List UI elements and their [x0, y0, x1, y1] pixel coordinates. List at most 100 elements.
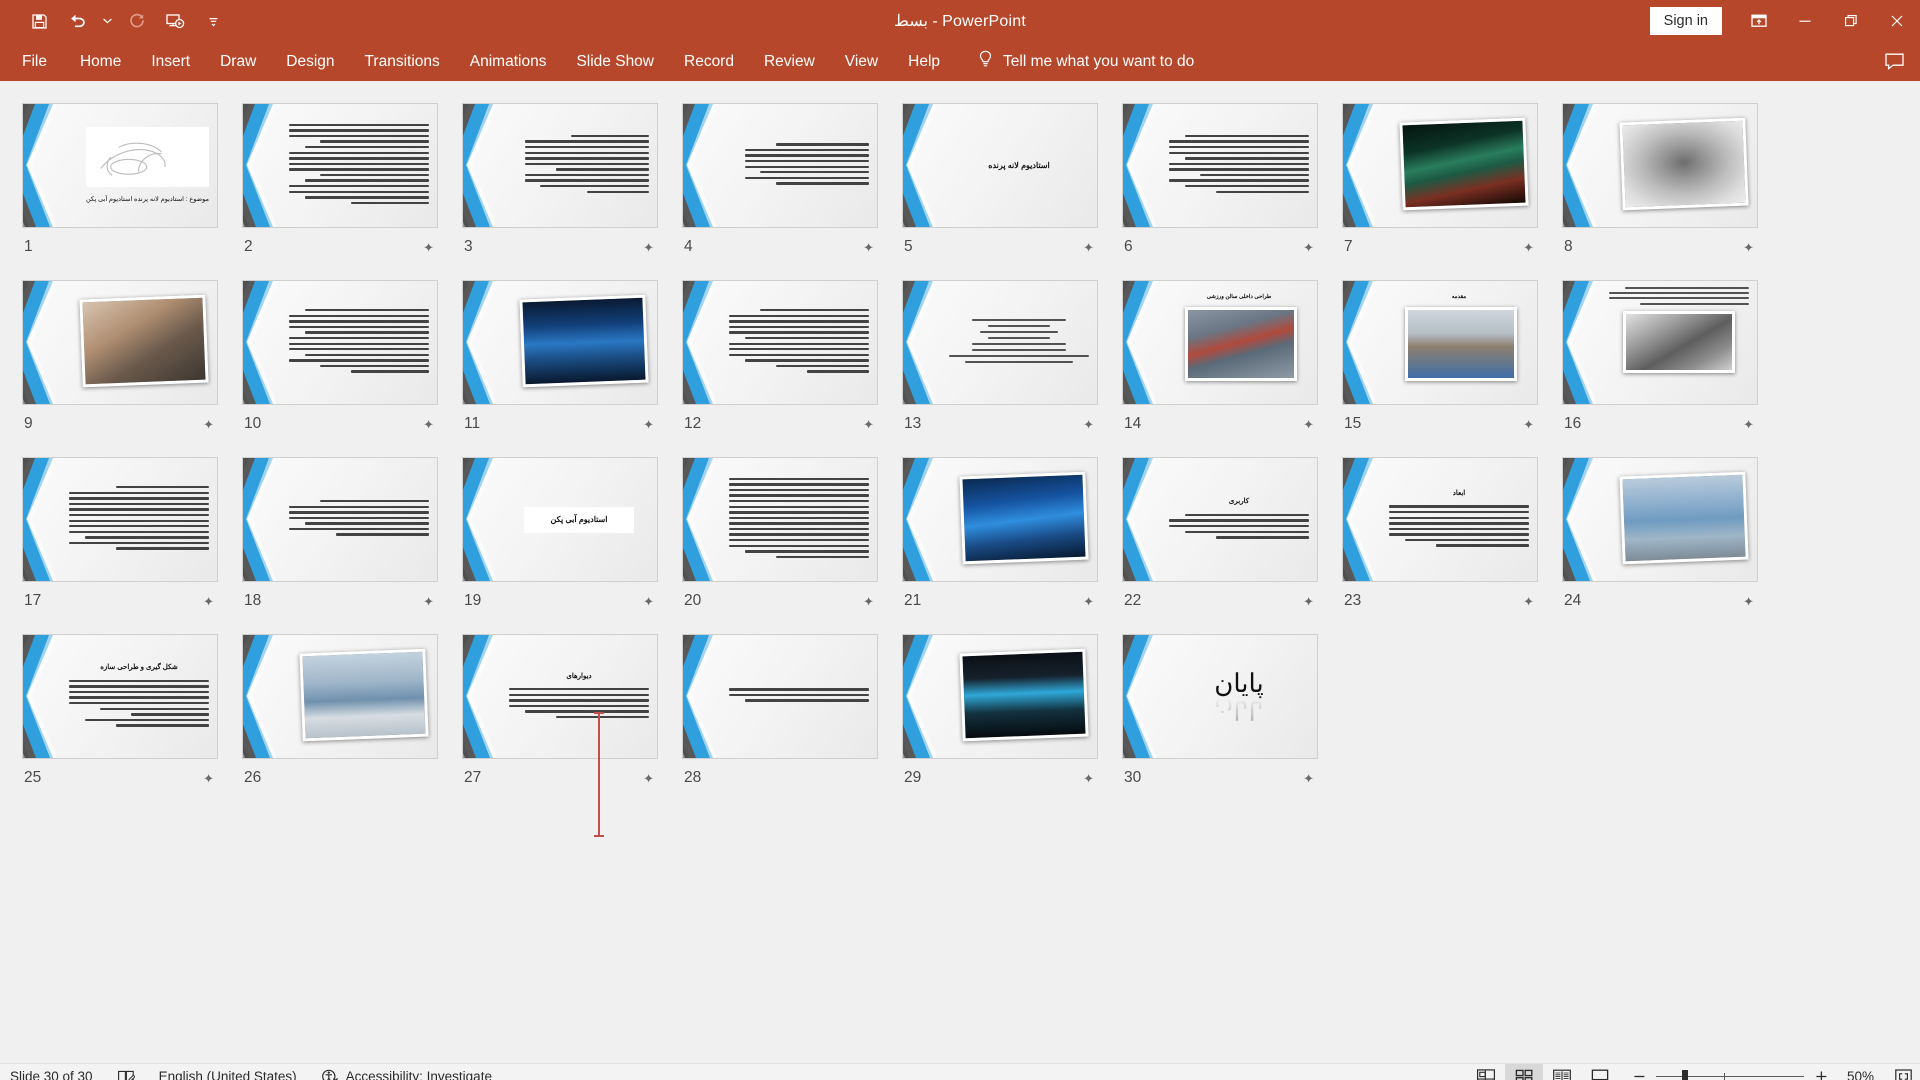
slide-transition-star-icon[interactable]: ✦ — [1083, 241, 1094, 254]
slide-thumbnail-cell[interactable]: 3 ✦ — [462, 103, 658, 258]
slide-thumbnail[interactable] — [22, 280, 218, 405]
view-normal-button[interactable] — [1467, 1064, 1505, 1080]
slide-thumbnail-cell[interactable]: 13 ✦ — [902, 280, 1098, 435]
tab-slide-show[interactable]: Slide Show — [561, 42, 669, 81]
slide-transition-star-icon[interactable]: ✦ — [423, 595, 434, 608]
slide-thumbnail[interactable]: کاربری — [1122, 457, 1318, 582]
slide-thumbnail[interactable] — [1342, 103, 1538, 228]
slide-transition-star-icon[interactable]: ✦ — [643, 772, 654, 785]
undo-button[interactable] — [60, 6, 94, 36]
slide-transition-star-icon[interactable]: ✦ — [1523, 241, 1534, 254]
slide-thumbnail[interactable] — [242, 634, 438, 759]
slide-thumbnail-cell[interactable]: شکل گیری و طراحی سازه 25 ✦ — [22, 634, 218, 789]
slide-thumbnail-cell[interactable]: 8 ✦ — [1562, 103, 1758, 258]
slide-transition-star-icon[interactable]: ✦ — [1083, 772, 1094, 785]
tab-record[interactable]: Record — [669, 42, 749, 81]
tab-draw[interactable]: Draw — [205, 42, 271, 81]
slide-thumbnail[interactable]: دیوارهای — [462, 634, 658, 759]
slide-thumbnail-cell[interactable]: 21 ✦ — [902, 457, 1098, 612]
slide-thumbnail[interactable]: استادیوم لانه پرنده — [902, 103, 1098, 228]
slide-transition-star-icon[interactable]: ✦ — [423, 241, 434, 254]
slide-thumbnail-cell[interactable]: 7 ✦ — [1342, 103, 1538, 258]
tab-help[interactable]: Help — [893, 42, 955, 81]
slide-thumbnail-cell[interactable]: استادیوم لانه پرنده 5 ✦ — [902, 103, 1098, 258]
tab-view[interactable]: View — [830, 42, 893, 81]
slide-thumbnail[interactable]: ابعاد — [1342, 457, 1538, 582]
slide-thumbnail[interactable] — [1122, 103, 1318, 228]
slide-thumbnail-cell[interactable]: دیوارهای 27 ✦ — [462, 634, 658, 789]
notes-indicator[interactable] — [105, 1064, 147, 1080]
zoom-percentage[interactable]: 50% — [1838, 1069, 1874, 1080]
accessibility-indicator[interactable]: Accessibility: Investigate — [309, 1064, 504, 1080]
slide-thumbnail-cell[interactable]: 6 ✦ — [1122, 103, 1318, 258]
slide-thumbnail-cell[interactable]: 20 ✦ — [682, 457, 878, 612]
slide-thumbnail[interactable] — [902, 457, 1098, 582]
slide-thumbnail-cell[interactable]: 18 ✦ — [242, 457, 438, 612]
redo-button[interactable] — [120, 6, 154, 36]
slide-thumbnail-cell[interactable]: 28 — [682, 634, 878, 789]
minimize-button[interactable] — [1782, 0, 1828, 42]
slide-thumbnail[interactable]: مقدمه — [1342, 280, 1538, 405]
slide-thumbnail[interactable]: موضوع : استادیوم لانه پرنده استادیوم آبی… — [22, 103, 218, 228]
slide-thumbnail[interactable] — [902, 280, 1098, 405]
zoom-out-button[interactable] — [1631, 1067, 1647, 1080]
slide-transition-star-icon[interactable]: ✦ — [1523, 595, 1534, 608]
slide-thumbnail-cell[interactable]: 9 ✦ — [22, 280, 218, 435]
slide-transition-star-icon[interactable]: ✦ — [203, 595, 214, 608]
tab-home[interactable]: Home — [65, 42, 136, 81]
slide-thumbnail[interactable] — [462, 280, 658, 405]
slide-thumbnail[interactable] — [1562, 457, 1758, 582]
slide-thumbnail[interactable] — [242, 103, 438, 228]
slide-transition-star-icon[interactable]: ✦ — [1083, 595, 1094, 608]
slide-thumbnail-cell[interactable]: 10 ✦ — [242, 280, 438, 435]
view-slideshow-button[interactable] — [1581, 1064, 1619, 1080]
slide-thumbnail-cell[interactable]: موضوع : استادیوم لانه پرنده استادیوم آبی… — [22, 103, 218, 258]
save-button[interactable] — [22, 6, 56, 36]
slide-transition-star-icon[interactable]: ✦ — [1303, 595, 1314, 608]
slide-transition-star-icon[interactable]: ✦ — [643, 241, 654, 254]
slide-thumbnail-cell[interactable]: کاربری 22 ✦ — [1122, 457, 1318, 612]
slide-transition-star-icon[interactable]: ✦ — [643, 595, 654, 608]
close-button[interactable] — [1874, 0, 1920, 42]
start-from-beginning-button[interactable] — [158, 6, 192, 36]
slide-transition-star-icon[interactable]: ✦ — [1743, 418, 1754, 431]
slide-thumbnail-cell[interactable]: پایان پایان 30 ✦ — [1122, 634, 1318, 789]
slide-transition-star-icon[interactable]: ✦ — [1083, 418, 1094, 431]
slide-transition-star-icon[interactable]: ✦ — [863, 418, 874, 431]
slide-thumbnail-cell[interactable]: مقدمه 15 ✦ — [1342, 280, 1538, 435]
tab-review[interactable]: Review — [749, 42, 830, 81]
slide-thumbnail[interactable] — [902, 634, 1098, 759]
slide-transition-star-icon[interactable]: ✦ — [643, 418, 654, 431]
tell-me-search[interactable]: Tell me what you want to do — [955, 42, 1209, 81]
slide-thumbnail[interactable] — [1562, 103, 1758, 228]
slide-thumbnail-cell[interactable]: ابعاد 23 ✦ — [1342, 457, 1538, 612]
slide-thumbnail[interactable] — [1562, 280, 1758, 405]
slide-transition-star-icon[interactable]: ✦ — [1303, 418, 1314, 431]
zoom-slider[interactable] — [1656, 1067, 1804, 1080]
slide-thumbnail[interactable] — [682, 634, 878, 759]
slide-transition-star-icon[interactable]: ✦ — [863, 241, 874, 254]
slide-transition-star-icon[interactable]: ✦ — [1303, 241, 1314, 254]
slide-thumbnail[interactable] — [22, 457, 218, 582]
restore-button[interactable] — [1828, 0, 1874, 42]
slide-transition-star-icon[interactable]: ✦ — [203, 418, 214, 431]
zoom-slider-handle[interactable] — [1682, 1069, 1688, 1080]
slide-thumbnail-cell[interactable]: 26 — [242, 634, 438, 789]
slide-transition-star-icon[interactable]: ✦ — [1743, 241, 1754, 254]
language-indicator[interactable]: English (United States) — [147, 1064, 309, 1080]
slide-transition-star-icon[interactable]: ✦ — [863, 595, 874, 608]
slide-transition-star-icon[interactable]: ✦ — [423, 418, 434, 431]
slide-thumbnail-cell[interactable]: استادیوم آبی پکن 19 ✦ — [462, 457, 658, 612]
slide-thumbnail-cell[interactable]: 12 ✦ — [682, 280, 878, 435]
slide-thumbnail-cell[interactable]: 4 ✦ — [682, 103, 878, 258]
ribbon-display-options-icon[interactable] — [1736, 0, 1782, 42]
slide-thumbnail[interactable] — [462, 103, 658, 228]
slide-thumbnail[interactable]: پایان پایان — [1122, 634, 1318, 759]
slide-thumbnail-cell[interactable]: 17 ✦ — [22, 457, 218, 612]
slide-sorter-pane[interactable]: موضوع : استادیوم لانه پرنده استادیوم آبی… — [0, 81, 1920, 1063]
slide-thumbnail[interactable] — [242, 457, 438, 582]
undo-dropdown-button[interactable] — [98, 6, 116, 36]
sign-in-button[interactable]: Sign in — [1649, 7, 1722, 35]
view-slide-sorter-button[interactable] — [1505, 1063, 1543, 1080]
slide-transition-star-icon[interactable]: ✦ — [1523, 418, 1534, 431]
